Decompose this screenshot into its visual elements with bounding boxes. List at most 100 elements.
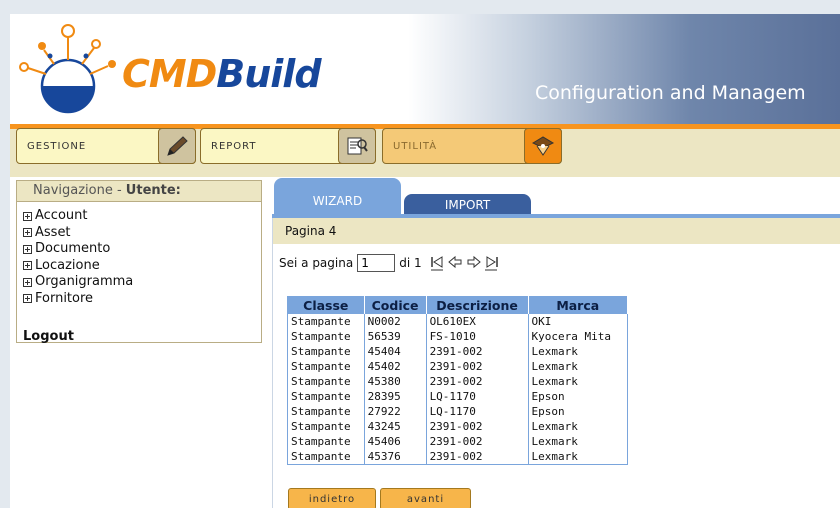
- cell-codice: 56539: [364, 329, 427, 344]
- cell-codice: 45406: [364, 434, 427, 449]
- expand-plus-icon[interactable]: [23, 294, 32, 304]
- header-tagline: Configuration and Managem: [535, 82, 806, 104]
- table-row[interactable]: Stampante 43245 2391-002 Lexmark: [287, 419, 629, 434]
- table-row[interactable]: Stampante 45380 2391-002 Lexmark: [287, 374, 629, 389]
- pager-suffix: di 1: [399, 256, 422, 270]
- cell-classe: Stampante: [287, 449, 365, 465]
- next-page-icon[interactable]: [466, 255, 481, 271]
- first-page-icon[interactable]: [430, 255, 445, 271]
- navigation-panel: Navigazione - Utente: Account Asset Docu…: [16, 180, 262, 344]
- table-row[interactable]: Stampante 45402 2391-002 Lexmark: [287, 359, 629, 374]
- expand-plus-icon[interactable]: [23, 211, 32, 221]
- brand-cmd: CMD: [122, 52, 217, 96]
- column-header-descrizione[interactable]: Descrizione: [426, 296, 529, 314]
- tab-import[interactable]: IMPORT: [404, 194, 531, 216]
- expand-plus-icon[interactable]: [23, 261, 32, 271]
- cell-codice: 27922: [364, 404, 427, 419]
- column-header-codice[interactable]: Codice: [364, 296, 427, 314]
- brand-build: Build: [216, 52, 321, 96]
- cell-classe: Stampante: [287, 374, 365, 389]
- navigation-title: Navigazione - Utente:: [17, 181, 261, 202]
- report-search-icon[interactable]: [338, 128, 376, 164]
- cell-classe: Stampante: [287, 359, 365, 374]
- cell-codice: 45376: [364, 449, 427, 465]
- cell-codice: N0002: [364, 314, 427, 329]
- nav-item-asset[interactable]: Asset: [23, 225, 261, 242]
- nav-item-label: Locazione: [35, 257, 100, 273]
- nav-item-label: Organigramma: [35, 274, 134, 289]
- table-row[interactable]: Stampante 45404 2391-002 Lexmark: [287, 344, 629, 359]
- table-row[interactable]: Stampante 28395 LQ-1170 Epson: [287, 389, 629, 404]
- last-page-icon[interactable]: [484, 255, 499, 271]
- cell-descrizione: 2391-002: [426, 434, 529, 449]
- nav-item-account[interactable]: Account: [23, 208, 261, 225]
- back-button[interactable]: indietro: [288, 488, 376, 508]
- cell-classe: Stampante: [287, 314, 365, 329]
- table-row[interactable]: Stampante 56539 FS-1010 Kyocera Mita: [287, 329, 629, 344]
- table-header-row: Classe Codice Descrizione Marca: [287, 296, 629, 314]
- cell-descrizione: LQ-1170: [426, 404, 529, 419]
- nav-item-locazione[interactable]: Locazione: [23, 258, 261, 275]
- column-header-classe[interactable]: Classe: [287, 296, 365, 314]
- brand-logo-text: CMDBuild: [122, 52, 322, 96]
- results-table: Classe Codice Descrizione Marca Stampant…: [287, 296, 629, 465]
- application-frame: CMDBuild Configuration and Managem GESTI…: [10, 14, 840, 508]
- nav-item-organigramma[interactable]: Organigramma: [23, 274, 261, 291]
- logout-link[interactable]: Logout: [23, 329, 74, 344]
- table-row[interactable]: Stampante 27922 LQ-1170 Epson: [287, 404, 629, 419]
- pen-icon[interactable]: [158, 128, 196, 164]
- menu-utilita-button[interactable]: UTILITÀ: [382, 128, 562, 164]
- menu-report-label: REPORT: [211, 141, 257, 152]
- nav-item-fornitore[interactable]: Fornitore: [23, 291, 261, 308]
- cell-descrizione: 2391-002: [426, 449, 529, 465]
- cell-descrizione: OL610EX: [426, 314, 529, 329]
- cell-marca: Epson: [528, 404, 629, 419]
- expand-plus-icon[interactable]: [23, 277, 32, 287]
- menu-gestione-button[interactable]: GESTIONE: [16, 128, 196, 164]
- cell-codice: 45404: [364, 344, 427, 359]
- nav-item-label: Asset: [35, 224, 71, 240]
- next-button[interactable]: avanti: [380, 488, 471, 508]
- column-header-marca[interactable]: Marca: [528, 296, 629, 314]
- tools-icon[interactable]: [524, 128, 562, 164]
- cell-classe: Stampante: [287, 329, 365, 344]
- cell-marca: Lexmark: [528, 359, 629, 374]
- nav-item-documento[interactable]: Documento: [23, 241, 261, 258]
- cell-descrizione: 2391-002: [426, 374, 529, 389]
- cell-descrizione: FS-1010: [426, 329, 529, 344]
- expand-plus-icon[interactable]: [23, 244, 32, 254]
- header: CMDBuild Configuration and Managem: [10, 14, 840, 124]
- nav-item-label: Documento: [35, 241, 111, 256]
- cell-descrizione: 2391-002: [426, 359, 529, 374]
- cell-classe: Stampante: [287, 404, 365, 419]
- navigation-title-user: Utente:: [125, 183, 181, 198]
- tab-wizard[interactable]: WIZARD: [274, 178, 401, 216]
- cell-marca: Lexmark: [528, 434, 629, 449]
- wizard-panel: Pagina 4 Sei a pagina di 1 Classe Codice…: [272, 218, 840, 508]
- cell-marca: Lexmark: [528, 374, 629, 389]
- cell-descrizione: LQ-1170: [426, 389, 529, 404]
- table-row[interactable]: Stampante 45376 2391-002 Lexmark: [287, 449, 629, 465]
- cell-classe: Stampante: [287, 419, 365, 434]
- cell-codice: 28395: [364, 389, 427, 404]
- table-row[interactable]: Stampante N0002 OL610EX OKI: [287, 314, 629, 329]
- cell-classe: Stampante: [287, 389, 365, 404]
- cell-marca: OKI: [528, 314, 629, 329]
- nav-item-label: Fornitore: [35, 290, 94, 306]
- pager-prefix: Sei a pagina: [279, 256, 354, 270]
- cmdbuild-logo-icon: [19, 24, 116, 114]
- pager: Sei a pagina di 1: [279, 254, 499, 272]
- previous-page-icon[interactable]: [447, 255, 463, 271]
- page-heading: Pagina 4: [273, 218, 840, 244]
- cell-codice: 43245: [364, 419, 427, 434]
- cell-descrizione: 2391-002: [426, 419, 529, 434]
- menu-utilita-label: UTILITÀ: [393, 141, 438, 152]
- cell-marca: Kyocera Mita: [528, 329, 629, 344]
- expand-plus-icon[interactable]: [23, 228, 32, 238]
- nav-item-label: Account: [35, 208, 88, 223]
- menu-report-button[interactable]: REPORT: [200, 128, 376, 164]
- cell-classe: Stampante: [287, 434, 365, 449]
- page-number-input[interactable]: [357, 254, 396, 272]
- table-row[interactable]: Stampante 45406 2391-002 Lexmark: [287, 434, 629, 449]
- menu-gestione-label: GESTIONE: [27, 141, 87, 152]
